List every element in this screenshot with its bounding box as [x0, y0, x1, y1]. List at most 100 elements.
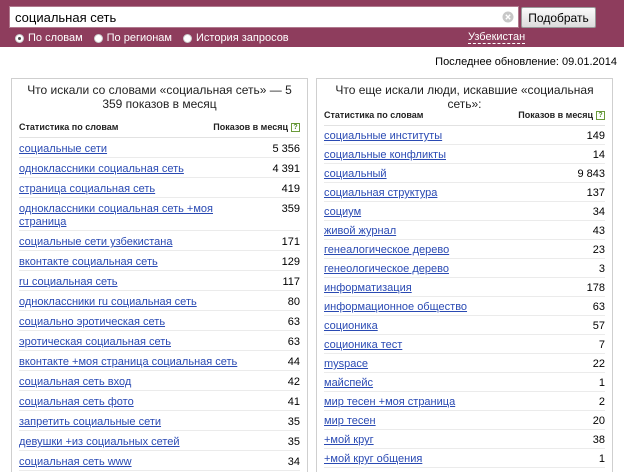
impressions-count: 34: [592, 206, 605, 218]
impressions-count: 63: [592, 301, 605, 313]
keyword-link[interactable]: социум: [324, 202, 549, 220]
keyword-link[interactable]: эротическая социальная сеть: [19, 331, 244, 350]
submit-button[interactable]: Подобрать: [521, 7, 596, 28]
top-bar: Подобрать По словам По регионам История …: [0, 0, 624, 47]
impressions-count: 23: [592, 244, 605, 256]
impressions-count: 7: [598, 339, 605, 351]
keyword-link[interactable]: соционика тест: [324, 335, 549, 353]
keyword-link[interactable]: социальная сеть www: [19, 451, 244, 470]
radio-label: По словам: [28, 32, 83, 44]
keyword-link[interactable]: живой журнал: [324, 221, 549, 239]
table-row: вконтакте +моя страница социальная сеть 4…: [19, 351, 300, 371]
table-row: социальный 9 843: [324, 164, 605, 183]
table-row: социальные институты 149: [324, 126, 605, 145]
last-updated-text: Последнее обновление: 09.01.2014: [435, 56, 617, 68]
keyword-link[interactable]: информационное общество: [324, 297, 549, 315]
radio-query-history[interactable]: История запросов: [183, 32, 289, 44]
keyword-link[interactable]: социальная структура: [324, 183, 549, 201]
radio-by-words[interactable]: По словам: [15, 32, 83, 44]
column-count-label: Показов в месяц: [518, 110, 593, 120]
panel-title: Что еще искали люди, искавшие «социальна…: [335, 83, 594, 111]
keyword-link[interactable]: социальные сети узбекистана: [19, 231, 244, 250]
search-box: [9, 6, 519, 28]
table-row: социальная сеть фото 41: [19, 391, 300, 411]
column-header: Статистика по словам Показов в месяц ?: [324, 109, 605, 123]
keyword-link[interactable]: генеалогическое дерево: [324, 240, 549, 258]
table-row: запретить социальные сети 35: [19, 411, 300, 431]
impressions-count: 63: [287, 316, 300, 328]
keyword-link[interactable]: девушки +из социальных сетей: [19, 431, 244, 450]
table-row: информационное общество 63: [324, 297, 605, 316]
clear-icon[interactable]: [502, 11, 514, 23]
search-input[interactable]: [10, 7, 500, 27]
radio-label: История запросов: [196, 32, 289, 44]
help-icon[interactable]: ?: [596, 110, 605, 120]
column-keywords-label: Статистика по словам: [324, 110, 424, 120]
keyword-link[interactable]: генеологическое дерево: [324, 259, 549, 277]
keyword-link[interactable]: ru социальная сеть: [19, 271, 244, 290]
impressions-count: 38: [592, 434, 605, 446]
keyword-link[interactable]: одноклассники ru социальная сеть: [19, 291, 244, 310]
keyword-list: социальные сети 5 356 одноклассники социал…: [19, 137, 300, 472]
keyword-link[interactable]: социальные институты: [324, 126, 549, 144]
panel-title: Что искали со словами «социальная сеть» …: [27, 83, 292, 111]
table-row: генеологическое дерево 3: [324, 259, 605, 278]
keyword-link[interactable]: мир тесен +моя страница: [324, 392, 549, 410]
table-row: социальная сеть вход 42: [19, 371, 300, 391]
table-row: одноклассники ru социальная сеть 80: [19, 291, 300, 311]
keyword-link[interactable]: вконтакте +моя страница социальная сеть: [19, 351, 244, 370]
impressions-count: 43: [592, 225, 605, 237]
table-row: мир тесен 20: [324, 411, 605, 430]
impressions-count: 2: [598, 396, 605, 408]
keyword-link[interactable]: информатизация: [324, 278, 549, 296]
radio-unchecked-icon[interactable]: [93, 33, 103, 43]
keyword-link[interactable]: социальный: [324, 164, 549, 182]
keywords-panel: Что искали со словами «социальная сеть» …: [11, 78, 308, 472]
keyword-link[interactable]: страница социальная сеть: [19, 178, 244, 197]
keyword-link[interactable]: одноклассники социальная сеть +моя стран…: [19, 198, 244, 230]
table-row: мир тесен +моя страница 2: [324, 392, 605, 411]
keyword-link[interactable]: социальные конфликты: [324, 145, 549, 163]
impressions-count: 34: [287, 456, 300, 468]
keyword-link[interactable]: вконтакте социальная сеть: [19, 251, 244, 270]
search-mode-radios: По словам По регионам История запросов: [15, 31, 300, 45]
keyword-link[interactable]: майспейс: [324, 373, 549, 391]
impressions-count: 57: [592, 320, 605, 332]
table-row: социальные конфликты 14: [324, 145, 605, 164]
impressions-count: 359: [281, 203, 300, 215]
keyword-link[interactable]: запретить социальные сети: [19, 411, 244, 430]
table-row: девушки +из социальных сетей 35: [19, 431, 300, 451]
radio-checked-icon[interactable]: [15, 33, 24, 43]
related-panel: Что еще искали люди, искавшие «социальна…: [316, 78, 613, 472]
keyword-link[interactable]: +мой круг: [324, 430, 549, 448]
impressions-count: 35: [287, 416, 300, 428]
keyword-link[interactable]: социально эротическая сеть: [19, 311, 244, 330]
keyword-link[interactable]: мир тесен: [324, 411, 549, 429]
table-row: +мой круг общения 1: [324, 449, 605, 468]
column-keywords-label: Статистика по словам: [19, 122, 119, 132]
keyword-link[interactable]: социальные сети: [19, 138, 244, 157]
impressions-count: 149: [586, 130, 605, 142]
table-row: вконтакте социальная сеть 129: [19, 251, 300, 271]
table-row: генеалогическое дерево 23: [324, 240, 605, 259]
impressions-count: 419: [281, 183, 300, 195]
keyword-link[interactable]: myspace: [324, 354, 549, 372]
table-row: живой журнал 43: [324, 221, 605, 240]
table-row: ru социальная сеть 117: [19, 271, 300, 291]
table-row: социум 34: [324, 202, 605, 221]
keyword-link[interactable]: социальная сеть фото: [19, 391, 244, 410]
column-header: Статистика по словам Показов в месяц ?: [19, 121, 300, 135]
keyword-link[interactable]: одноклассники социальная сеть: [19, 158, 244, 177]
help-icon[interactable]: ?: [291, 122, 300, 132]
impressions-count: 63: [287, 336, 300, 348]
table-row: майспейс 1: [324, 373, 605, 392]
impressions-count: 41: [287, 396, 300, 408]
radio-by-regions[interactable]: По регионам: [93, 32, 172, 44]
keyword-link[interactable]: социальная сеть вход: [19, 371, 244, 390]
keyword-link[interactable]: +мой круг общения: [324, 449, 549, 467]
keyword-link[interactable]: соционика: [324, 316, 549, 334]
radio-unchecked-icon[interactable]: [183, 33, 192, 43]
impressions-count: 14: [592, 149, 605, 161]
column-count-header: Показов в месяц ?: [518, 110, 605, 120]
region-selector-link[interactable]: Узбекистан: [468, 31, 526, 44]
